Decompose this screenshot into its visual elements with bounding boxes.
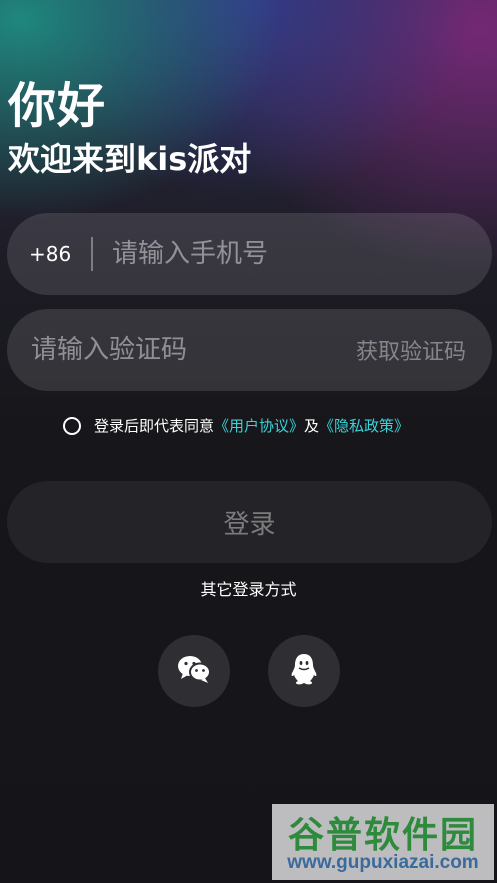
wechat-login-button[interactable] [158,635,230,707]
watermark-title: 谷普软件园 [287,815,478,856]
user-agreement-link[interactable]: 《用户协议》 [214,415,304,436]
verification-code-input[interactable] [31,335,356,365]
qq-login-button[interactable] [268,635,340,707]
privacy-policy-link[interactable]: 《隐私政策》 [319,415,409,436]
watermark-url: www.gupuxiazai.com [287,852,479,873]
phone-field: +86 [7,213,492,295]
get-code-button[interactable]: 获取验证码 [356,334,466,366]
phone-input[interactable] [112,239,492,269]
agreement-row: 登录后即代表同意 《用户协议》 及 《隐私政策》 [63,415,409,436]
verification-code-field: 获取验证码 [7,309,492,391]
other-login-label: 其它登录方式 [200,580,297,599]
watermark: 谷普软件园 www.gupuxiazai.com [272,804,494,880]
qq-icon [290,652,318,690]
field-divider [91,237,93,271]
greeting-title: 你好 [8,78,107,134]
agreement-and-text: 及 [304,417,320,435]
login-button[interactable]: 登录 [7,481,492,563]
wechat-icon [177,654,211,688]
agreement-text: 登录后即代表同意 [94,417,215,435]
agreement-radio[interactable] [63,416,81,435]
welcome-subtitle: 欢迎来到kis派对 [8,140,252,178]
country-code-selector[interactable]: +86 [29,242,91,266]
